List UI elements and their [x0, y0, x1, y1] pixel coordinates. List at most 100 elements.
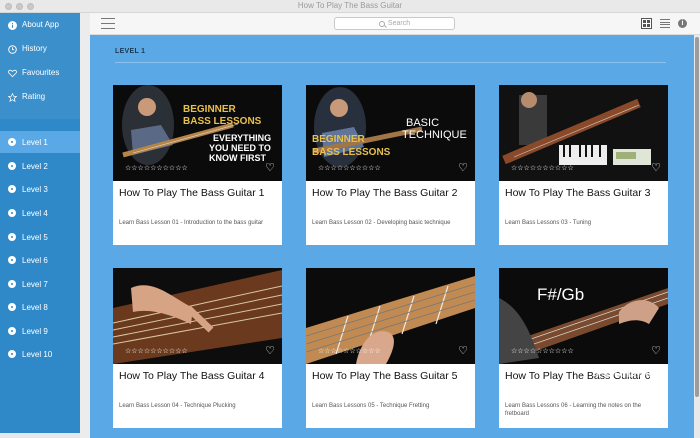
scrollbar-thumb[interactable] [695, 37, 699, 397]
menu-icon[interactable] [101, 18, 115, 29]
section-title: LEVEL 1 [115, 48, 146, 55]
rating-stars[interactable]: ☆☆☆☆☆☆☆☆☆☆ [511, 348, 574, 355]
vertical-scrollbar[interactable] [694, 35, 700, 438]
level-icon [8, 327, 16, 335]
sidebar-item-level-3[interactable]: Level 3 [0, 178, 80, 200]
sidebar-gutter [80, 13, 90, 438]
level-icon [8, 209, 16, 217]
sidebar-item-label: Rating [22, 92, 46, 101]
info-icon [8, 21, 17, 30]
rating-stars[interactable]: ☆☆☆☆☆☆☆☆☆☆ [125, 348, 188, 355]
search-placeholder: Search [387, 20, 411, 27]
video-card-6[interactable]: F#/Gb ☆☆☆☆☆☆☆☆☆☆ ♡ How To Play The Bass … [499, 268, 668, 428]
video-thumbnail: BASIC TECHNIQUE BEGINNER BASS LESSONS ☆☆… [306, 85, 475, 181]
sidebar-item-label: Level 6 [22, 255, 48, 265]
rating-stars[interactable]: ☆☆☆☆☆☆☆☆☆☆ [511, 165, 574, 172]
thumbnail-text: F#/Gb [537, 285, 585, 304]
info-icon[interactable]: i [678, 19, 687, 28]
thumbnail-text: BASIC [406, 117, 440, 129]
card-description: Learn Bass Lesson 01 - Introduction to t… [119, 220, 264, 226]
sidebar-item-label: Level 9 [22, 326, 48, 336]
thumbnail-text: BEGINNER [183, 104, 236, 115]
toolbar: Search i [90, 13, 700, 35]
sidebar-item-label: Level 5 [22, 232, 48, 242]
sidebar-item-level-2[interactable]: Level 2 [0, 155, 80, 177]
grid-view-icon[interactable] [641, 18, 652, 29]
clock-icon [8, 45, 17, 54]
sidebar-item-label: Level 2 [22, 161, 48, 171]
sidebar-item-level-1[interactable]: Level 1 [0, 131, 80, 153]
sidebar: About App History Favourites Rating Leve… [0, 13, 80, 433]
main-content: LEVEL 1 BEGINNER BASS LESSONS EVERYTHING… [90, 35, 694, 438]
card-title: How To Play The Bass Guitar 2 [312, 187, 458, 199]
sidebar-item-level-4[interactable]: Level 4 [0, 202, 80, 224]
sidebar-item-level-8[interactable]: Level 8 [0, 296, 80, 318]
video-card-2[interactable]: BASIC TECHNIQUE BEGINNER BASS LESSONS ☆☆… [306, 85, 475, 245]
video-card-1[interactable]: BEGINNER BASS LESSONS EVERYTHING YOU NEE… [113, 85, 282, 245]
sidebar-item-label: Level 10 [22, 349, 53, 359]
search-icon [378, 20, 385, 27]
card-title: How To Play The Bass Guitar 1 [119, 187, 265, 199]
sidebar-item-level-5[interactable]: Level 5 [0, 226, 80, 248]
thumbnail-text: BASS LESSONS [312, 147, 391, 158]
card-title: How To Play The Bass Guitar 4 [119, 370, 265, 382]
video-card-4[interactable]: ☆☆☆☆☆☆☆☆☆☆ ♡ How To Play The Bass Guitar… [113, 268, 282, 428]
heart-icon [8, 69, 17, 78]
sidebar-item-label: History [22, 44, 47, 53]
rating-stars[interactable]: ☆☆☆☆☆☆☆☆☆☆ [318, 348, 381, 355]
thumbnail-text: KNOW FIRST [209, 153, 266, 163]
level-icon [8, 185, 16, 193]
thumbnail-text: TECHNIQUE [402, 129, 467, 141]
video-card-5[interactable]: ☆☆☆☆☆☆☆☆☆☆ ♡ How To Play The Bass Guitar… [306, 268, 475, 428]
sidebar-item-level-9[interactable]: Level 9 [0, 320, 80, 342]
sidebar-item-label: Level 7 [22, 279, 48, 289]
sidebar-item-about-app[interactable]: About App [0, 20, 80, 42]
card-title: How To Play The Bass Guitar 3 [505, 187, 651, 199]
card-description: Learn Bass Lesson 02 - Developing basic … [312, 220, 451, 226]
favourite-heart-icon[interactable]: ♡ [651, 163, 661, 174]
favourite-heart-icon[interactable]: ♡ [265, 346, 275, 357]
window-titlebar: How To Play The Bass Guitar [0, 0, 700, 13]
video-thumbnail: ☆☆☆☆☆☆☆☆☆☆ ♡ [306, 268, 475, 364]
search-input[interactable]: Search [334, 17, 455, 30]
favourite-heart-icon[interactable]: ♡ [458, 346, 468, 357]
video-thumbnail: ☆☆☆☆☆☆☆☆☆☆ ♡ [499, 85, 668, 181]
level-icon [8, 233, 16, 241]
watermark: PConline [596, 365, 653, 380]
list-view-icon[interactable] [660, 19, 670, 28]
level-icon [8, 256, 16, 264]
card-description: Learn Bass Lessons 05 - Technique Fretti… [312, 403, 430, 409]
star-icon [8, 93, 17, 102]
card-description: Learn Bass Lesson 04 - Technique Pluckin… [119, 403, 236, 409]
video-thumbnail: BEGINNER BASS LESSONS EVERYTHING YOU NEE… [113, 85, 282, 181]
sidebar-item-favourites[interactable]: Favourites [0, 68, 80, 90]
thumbnail-text: EVERYTHING [213, 133, 272, 143]
sidebar-item-level-6[interactable]: Level 6 [0, 249, 80, 271]
thumbnail-text: BASS LESSONS [183, 116, 262, 127]
card-description: Learn Bass Lessons 03 - Tuning [505, 220, 592, 226]
sidebar-item-level-7[interactable]: Level 7 [0, 273, 80, 295]
level-icon [8, 138, 16, 146]
sidebar-item-label: About App [22, 20, 59, 29]
sidebar-item-level-10[interactable]: Level 10 [0, 343, 80, 365]
video-card-3[interactable]: ☆☆☆☆☆☆☆☆☆☆ ♡ How To Play The Bass Guitar… [499, 85, 668, 245]
video-thumbnail: F#/Gb ☆☆☆☆☆☆☆☆☆☆ ♡ [499, 268, 668, 364]
sidebar-item-history[interactable]: History [0, 44, 80, 66]
rating-stars[interactable]: ☆☆☆☆☆☆☆☆☆☆ [318, 165, 381, 172]
level-icon [8, 350, 16, 358]
level-icon [8, 280, 16, 288]
level-icon [8, 162, 16, 170]
favourite-heart-icon[interactable]: ♡ [651, 346, 661, 357]
video-thumbnail: ☆☆☆☆☆☆☆☆☆☆ ♡ [113, 268, 282, 364]
sidebar-item-label: Level 4 [22, 208, 48, 218]
section-divider [115, 62, 666, 63]
sidebar-item-label: Level 8 [22, 302, 48, 312]
favourite-heart-icon[interactable]: ♡ [265, 163, 275, 174]
rating-stars[interactable]: ☆☆☆☆☆☆☆☆☆☆ [125, 165, 188, 172]
thumbnail-text: YOU NEED TO [209, 143, 271, 153]
card-description: Learn Bass Lessons 06 - Learning the not… [505, 403, 642, 417]
thumbnail-text: BEGINNER [312, 134, 365, 145]
sidebar-item-rating[interactable]: Rating [0, 92, 80, 114]
sidebar-item-label: Level 1 [22, 137, 48, 147]
favourite-heart-icon[interactable]: ♡ [458, 163, 468, 174]
